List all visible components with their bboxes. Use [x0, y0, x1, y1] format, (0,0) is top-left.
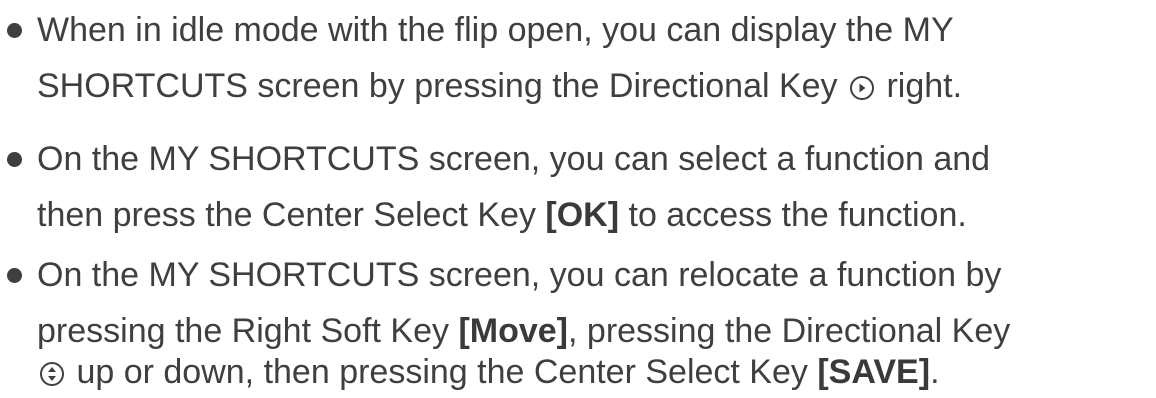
bullet-text: right.: [886, 67, 963, 105]
directional-key-right-icon: [849, 75, 875, 101]
bullet-dot: [7, 23, 22, 38]
bullet-dot: [7, 152, 22, 167]
bullet-text-line: pressing the Right Soft Key [Move], pres…: [37, 311, 1010, 351]
shortcuts-instructions: When in idle mode with the flip open, yo…: [0, 0, 1156, 398]
bullet-text: SHORTCUTS screen by pressing the Directi…: [37, 67, 838, 105]
bullet-text-line: then press the Center Select Key [OK] to…: [37, 195, 967, 235]
bullet-text-line: SHORTCUTS screen by pressing the Directi…: [37, 66, 962, 106]
bullet-dot: [7, 268, 22, 283]
bullet-text: pressing the Right Soft Key: [37, 312, 459, 350]
bullet-text: On the MY SHORTCUTS screen, you can sele…: [37, 140, 991, 178]
bullet-text: then press the Center Select Key: [37, 196, 546, 234]
save-key-label: [SAVE]: [817, 353, 931, 391]
directional-key-up-down-icon: [39, 361, 65, 387]
bullet-text-line: up or down, then pressing the Center Sel…: [37, 352, 940, 392]
bullet-text: On the MY SHORTCUTS screen, you can relo…: [37, 256, 1002, 294]
ok-key-label: [OK]: [545, 196, 620, 234]
bullet-text: to access the function.: [619, 196, 967, 234]
move-key-label: [Move]: [458, 312, 569, 350]
bullet-text: .: [930, 353, 940, 391]
bullet-text-line: On the MY SHORTCUTS screen, you can relo…: [37, 255, 1001, 295]
bullet-text: , pressing the Directional Key: [568, 312, 1011, 350]
bullet-text-line: On the MY SHORTCUTS screen, you can sele…: [37, 139, 990, 179]
bullet-text: up or down, then pressing the Center Sel…: [76, 353, 818, 391]
bullet-text-line: When in idle mode with the flip open, yo…: [37, 10, 954, 50]
bullet-text: When in idle mode with the flip open, yo…: [37, 11, 954, 49]
